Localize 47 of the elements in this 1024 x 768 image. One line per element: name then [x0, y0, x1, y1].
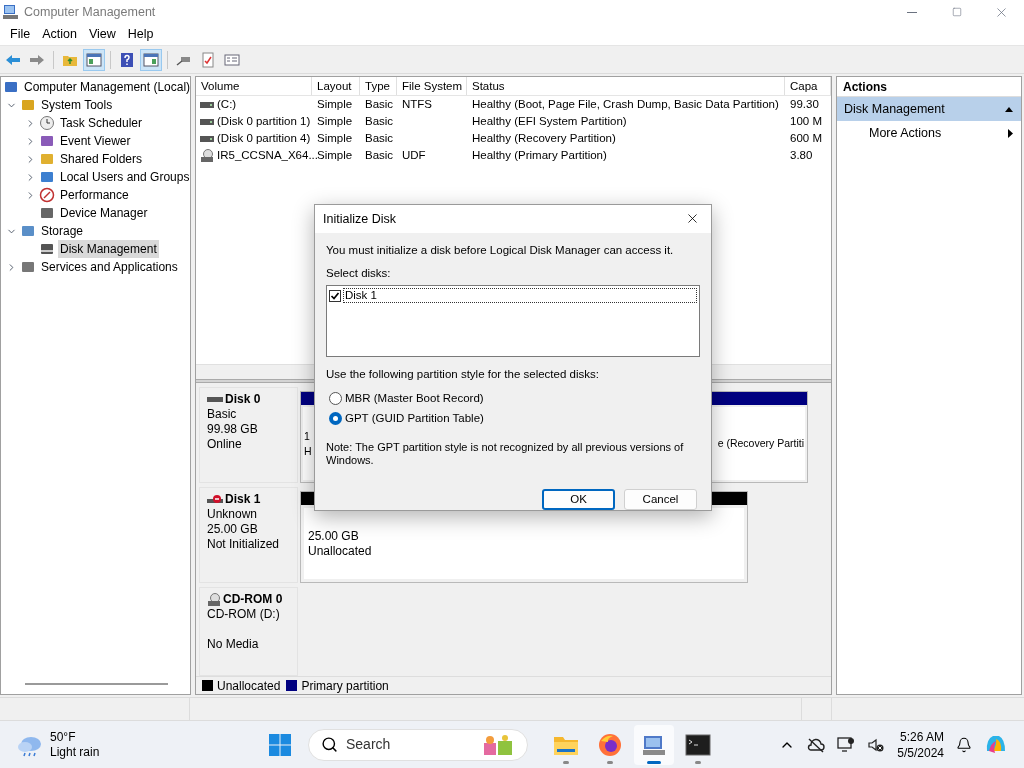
table-cell-text: 600 M — [790, 130, 822, 146]
disk-info: 99.98 GB — [207, 422, 259, 437]
table-cell-text: Basic — [365, 113, 394, 129]
table-cell-text: Basic — [365, 130, 394, 146]
window-title: Computer Management — [24, 3, 156, 21]
list-label: Select disks: — [326, 266, 392, 281]
partition-info: 25.00 GB — [308, 528, 360, 544]
partition-info: e (Recovery Partiti — [717, 436, 804, 451]
dialog-note: Note: The GPT partition style is not recognized by all previous versions of Windows. — [326, 441, 685, 467]
disk-info: CD-ROM (D:) — [207, 607, 281, 622]
disk-info: Online — [207, 437, 243, 452]
table-cell-text: Simple — [317, 147, 353, 163]
table-cell-text: Simple — [317, 130, 353, 146]
partition-info: Unallocated — [308, 543, 373, 559]
dialog-message: You must initialize a disk before Logical Disk Manager can access it. — [326, 242, 675, 258]
legend-label: Primary partition — [301, 677, 389, 695]
disk-info: Unknown — [207, 507, 259, 522]
table-cell-text: (C:) — [217, 96, 237, 112]
partition-info: 1 — [304, 428, 310, 444]
disk-info: 25.00 GB — [207, 522, 259, 537]
table-cell-text: Simple — [317, 96, 353, 112]
disk-info: Basic — [207, 407, 238, 422]
table-cell-text: 100 M — [790, 113, 822, 129]
disk-info: No Media — [207, 637, 260, 652]
disk-name: Disk 1 — [225, 492, 261, 507]
table-cell-text: NTFS — [402, 96, 433, 112]
table-cell-text: Healthy (Recovery Partition) — [472, 130, 616, 146]
dialog-title: Initialize Disk — [323, 210, 396, 228]
table-cell-text: (Disk 0 partition 4) — [217, 130, 311, 146]
table-cell-text: Healthy (EFI System Partition) — [472, 113, 627, 129]
disk-info: Not Initialized — [207, 537, 281, 552]
table-cell-text: IR5_CCSNA_X64... — [217, 147, 318, 163]
table-cell-text: 3.80 — [790, 147, 813, 163]
table-cell-text: (Disk 0 partition 1) — [217, 113, 311, 129]
table-cell-text: UDF — [402, 147, 426, 163]
table-cell-text: Simple — [317, 113, 353, 129]
table-cell-text: 99.30 — [790, 96, 819, 112]
actions-title: Actions — [843, 78, 887, 96]
disk-name: CD-ROM 0 — [223, 592, 283, 607]
partition-info: H — [304, 443, 312, 459]
legend-label: Unallocated — [217, 677, 281, 695]
table-cell-text: Basic — [365, 96, 394, 112]
style-label: Use the following partition style for the selected disks: — [326, 367, 600, 383]
table-cell-text: Healthy (Primary Partition) — [472, 147, 607, 163]
table-cell-text: Basic — [365, 147, 394, 163]
disk-name: Disk 0 — [225, 392, 261, 407]
table-cell-text: Healthy (Boot, Page File, Crash Dump, Basic Data Partition) — [472, 96, 779, 112]
